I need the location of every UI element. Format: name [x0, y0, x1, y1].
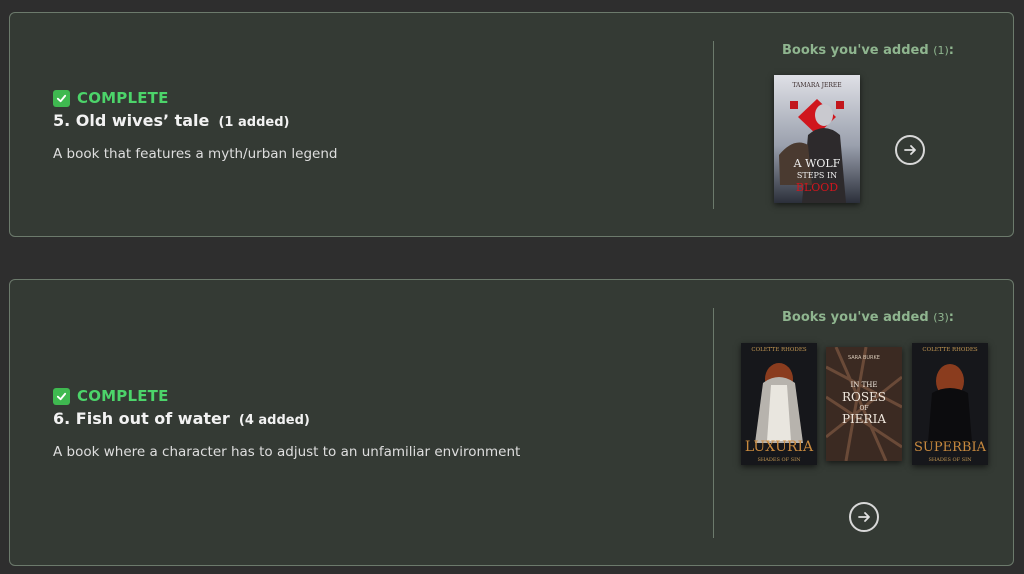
book-cover-a-wolf-steps-in-blood[interactable]: TAMARA JEREE A WOLF STEPS IN BLOOD — [774, 75, 860, 203]
challenge-card-5: COMPLETE 5. Old wives’ tale (1 added) A … — [9, 12, 1014, 237]
challenge-title-row: 5. Old wives’ tale (1 added) — [53, 111, 337, 133]
challenge-description: A book where a character has to adjust t… — [53, 444, 521, 460]
check-icon — [53, 89, 70, 107]
svg-text:COLETTE RHODES: COLETTE RHODES — [922, 347, 977, 353]
arrow-right-icon — [904, 145, 916, 155]
books-added-label: Books you've added (3): — [782, 310, 954, 325]
check-icon — [53, 387, 70, 405]
added-count: (4 added) — [238, 413, 310, 428]
svg-text:STEPS IN: STEPS IN — [797, 171, 837, 180]
arrow-right-icon — [858, 512, 870, 522]
svg-text:SARA BURKE: SARA BURKE — [848, 355, 880, 361]
svg-text:OF: OF — [859, 405, 868, 412]
book-cover-in-the-roses-of-pieria[interactable]: SARA BURKE IN THE ROSES OF PIERIA — [826, 347, 902, 461]
status-badge: COMPLETE — [53, 386, 520, 406]
svg-text:COLETTE RHODES: COLETTE RHODES — [751, 347, 806, 353]
svg-text:A WOLF: A WOLF — [793, 157, 841, 170]
divider — [713, 308, 714, 538]
status-text: COMPLETE — [77, 89, 169, 107]
next-arrow-button[interactable] — [849, 502, 879, 532]
challenge-info: COMPLETE 5. Old wives’ tale (1 added) A … — [53, 88, 337, 162]
challenge-card-6: COMPLETE 6. Fish out of water (4 added) … — [9, 279, 1014, 566]
svg-text:TAMARA JEREE: TAMARA JEREE — [792, 82, 841, 89]
svg-text:SHADES OF SIN: SHADES OF SIN — [928, 457, 972, 463]
svg-text:PIERIA: PIERIA — [842, 412, 886, 426]
book-cover-luxuria[interactable]: COLETTE RHODES LUXURIA SHADES OF SIN — [741, 343, 817, 465]
svg-text:ROSES: ROSES — [842, 390, 886, 404]
status-badge: COMPLETE — [53, 88, 337, 108]
status-text: COMPLETE — [77, 387, 169, 405]
book-cover-superbia[interactable]: COLETTE RHODES SUPERBIA SHADES OF SIN — [912, 343, 988, 465]
challenge-title: 5. Old wives’ tale — [53, 111, 210, 130]
books-added-label: Books you've added (1): — [782, 43, 954, 58]
next-arrow-button[interactable] — [895, 135, 925, 165]
divider — [713, 41, 714, 209]
challenge-title: 6. Fish out of water — [53, 409, 230, 428]
challenge-description: A book that features a myth/urban legend — [53, 146, 338, 162]
challenge-info: COMPLETE 6. Fish out of water (4 added) … — [53, 386, 520, 460]
svg-text:IN THE: IN THE — [851, 381, 878, 389]
challenge-title-row: 6. Fish out of water (4 added) — [53, 409, 520, 431]
svg-text:LUXURIA: LUXURIA — [745, 439, 814, 455]
svg-text:SUPERBIA: SUPERBIA — [914, 440, 987, 455]
svg-text:SHADES OF SIN: SHADES OF SIN — [757, 457, 801, 463]
added-count: (1 added) — [218, 115, 290, 130]
svg-text:BLOOD: BLOOD — [796, 181, 838, 194]
